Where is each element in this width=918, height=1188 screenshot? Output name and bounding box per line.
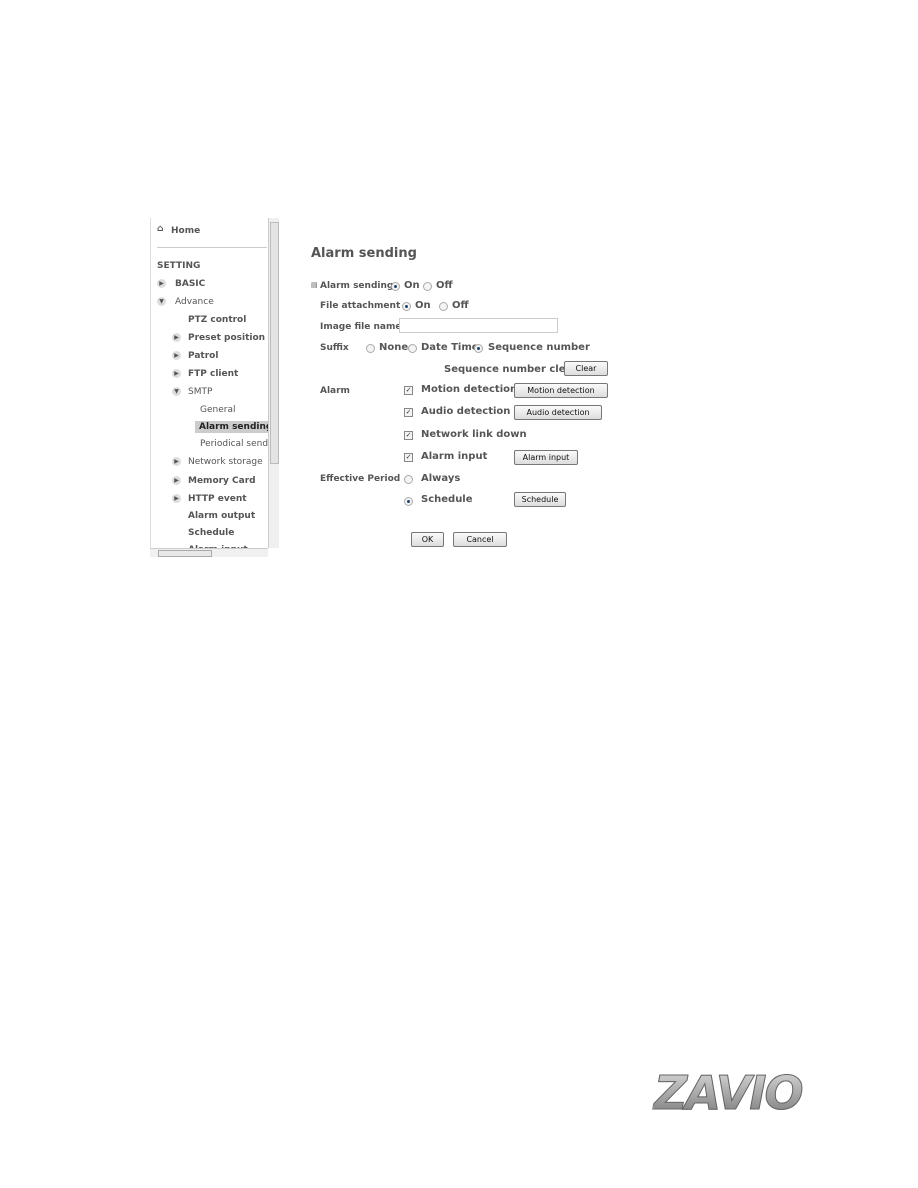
motion-detection-checkbox[interactable]: ✓ (404, 386, 413, 395)
alarm-label: Alarm (320, 386, 350, 396)
image-file-name-label: Image file name (320, 322, 402, 332)
file-attachment-off-radio[interactable] (439, 302, 448, 311)
sidebar-setting-heading: SETTING (157, 261, 201, 271)
sidebar-item-schedule[interactable]: Schedule (188, 528, 234, 538)
sidebar-item-ftp[interactable]: FTP client (188, 369, 238, 379)
sidebar-item-memory-card[interactable]: Memory Card (188, 476, 256, 486)
audio-detection-checkbox[interactable]: ✓ (404, 408, 413, 417)
collapse-arrow-icon[interactable]: ▼ (157, 297, 166, 306)
home-icon[interactable]: ⌂ (157, 224, 163, 234)
sidebar: ⌂ Home SETTING ▶ BASIC ▼ Advance PTZ con… (150, 218, 279, 556)
sidebar-item-general[interactable]: General (200, 405, 235, 415)
expand-arrow-icon[interactable]: ▶ (172, 476, 181, 485)
expand-arrow-icon[interactable]: ▶ (157, 279, 166, 288)
schedule-label: Schedule (421, 494, 473, 505)
schedule-button[interactable]: Schedule (514, 492, 566, 507)
divider (157, 247, 267, 248)
clear-button[interactable]: Clear (564, 361, 608, 376)
suffix-sequence-radio[interactable] (474, 344, 483, 353)
motion-detection-button[interactable]: Motion detection (514, 383, 608, 398)
collapse-arrow-icon[interactable]: ▼ (172, 387, 181, 396)
sidebar-item-ptz[interactable]: PTZ control (188, 315, 246, 325)
sidebar-item-patrol[interactable]: Patrol (188, 351, 218, 361)
sidebar-item-basic[interactable]: BASIC (175, 279, 205, 289)
sidebar-item-network-storage[interactable]: Network storage (188, 457, 263, 467)
audio-detection-button[interactable]: Audio detection (514, 405, 602, 420)
alarm-input-checkbox[interactable]: ✓ (404, 453, 413, 462)
sequence-clear-label: Sequence number clear (444, 364, 578, 375)
audio-detection-label: Audio detection (421, 406, 511, 417)
file-attachment-on-radio[interactable] (402, 302, 411, 311)
scroll-thumb[interactable] (270, 222, 279, 464)
image-file-name-input[interactable] (399, 318, 558, 333)
expand-arrow-icon[interactable]: ▶ (172, 351, 181, 360)
sidebar-item-preset[interactable]: Preset position (188, 333, 265, 343)
horizontal-scrollbar[interactable] (150, 548, 268, 557)
sidebar-item-periodical[interactable]: Periodical send (200, 439, 268, 449)
effective-period-label: Effective Period (320, 474, 401, 484)
sequence-number-label: Sequence number (488, 342, 590, 353)
alarm-sending-label: Alarm sending (320, 281, 394, 291)
sidebar-item-http-event[interactable]: HTTP event (188, 494, 247, 504)
expand-arrow-icon[interactable]: ▶ (172, 494, 181, 503)
schedule-radio[interactable] (404, 497, 413, 506)
expand-arrow-icon[interactable]: ▶ (172, 333, 181, 342)
motion-detection-label: Motion detection (421, 384, 518, 395)
zavio-logo: ZAVIO (654, 1066, 805, 1121)
cancel-button[interactable]: Cancel (453, 532, 507, 547)
on-label: On (415, 300, 431, 311)
sidebar-item-alarm-output[interactable]: Alarm output (188, 511, 255, 521)
sidebar-item-alarm-sending[interactable]: Alarm sending (195, 421, 277, 433)
file-attachment-label: File attachment (320, 301, 401, 311)
always-label: Always (421, 473, 461, 484)
suffix-label: Suffix (320, 343, 349, 353)
collapse-icon[interactable]: ▤ (311, 281, 318, 289)
expand-arrow-icon[interactable]: ▶ (172, 369, 181, 378)
sidebar-home[interactable]: Home (171, 226, 200, 236)
none-label: None (379, 342, 409, 353)
scroll-thumb[interactable] (158, 550, 212, 557)
page-title: Alarm sending (311, 246, 417, 261)
suffix-none-radio[interactable] (366, 344, 375, 353)
network-link-down-checkbox[interactable]: ✓ (404, 431, 413, 440)
ok-button[interactable]: OK (411, 532, 444, 547)
date-time-label: Date Time (421, 342, 479, 353)
sidebar-item-smtp[interactable]: SMTP (188, 387, 212, 397)
expand-arrow-icon[interactable]: ▶ (172, 457, 181, 466)
suffix-datetime-radio[interactable] (408, 344, 417, 353)
vertical-scrollbar[interactable] (268, 218, 279, 548)
alarm-input-button[interactable]: Alarm input (514, 450, 578, 465)
sidebar-item-advance[interactable]: Advance (175, 297, 214, 307)
alarm-input-label: Alarm input (421, 451, 488, 462)
off-label: Off (436, 280, 453, 291)
off-label: Off (452, 300, 469, 311)
always-radio[interactable] (404, 475, 413, 484)
alarm-sending-off-radio[interactable] (423, 282, 432, 291)
network-link-down-label: Network link down (421, 429, 527, 440)
alarm-sending-on-radio[interactable] (391, 282, 400, 291)
on-label: On (404, 280, 420, 291)
